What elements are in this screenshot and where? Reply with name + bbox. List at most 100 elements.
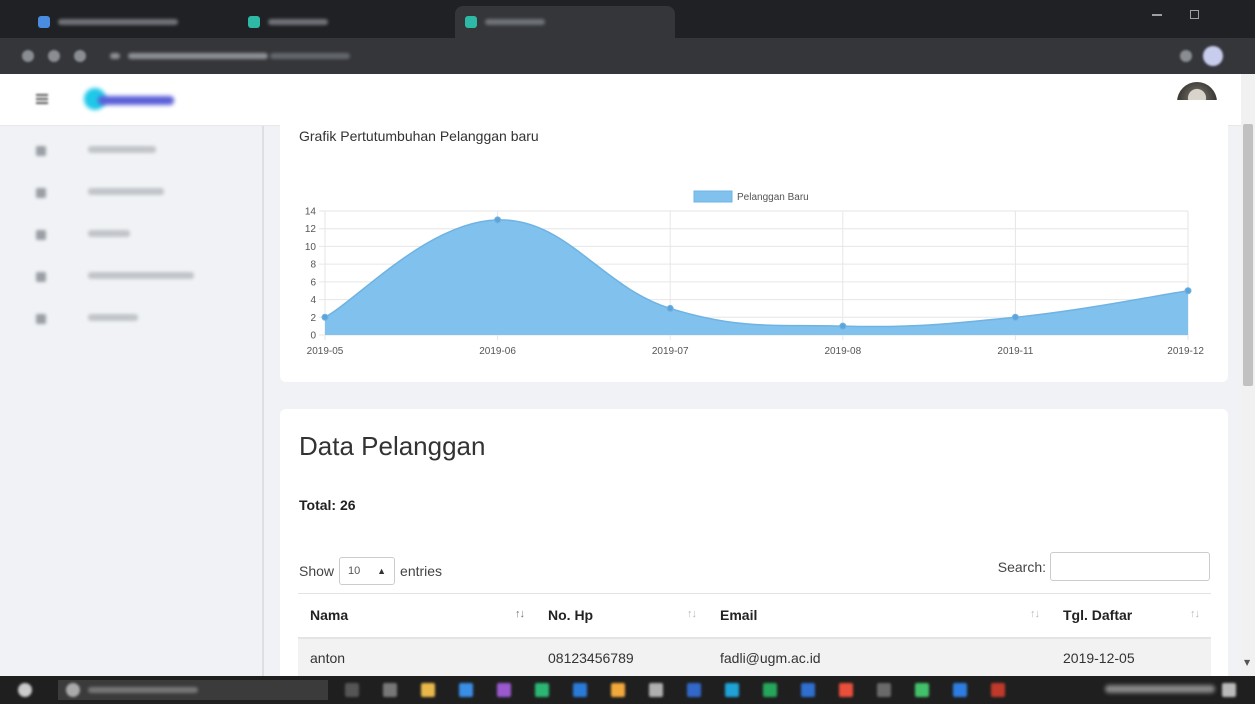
y-tick-label: 8 [310, 260, 316, 271]
sidebar-item[interactable] [36, 224, 236, 244]
taskbar-app-icon[interactable] [763, 683, 777, 697]
entries-label: entries [400, 563, 443, 579]
browser-tab-bar [0, 0, 1255, 38]
x-tick-label: 2019-06 [479, 346, 516, 357]
menu-item-icon [36, 230, 46, 240]
tab-favicon-icon [465, 16, 477, 28]
y-tick-label: 0 [310, 331, 316, 342]
taskbar-app-icon[interactable] [801, 683, 815, 697]
column-header-tgl-daftar[interactable]: Tgl. Daftar ↑↓ [1051, 593, 1211, 639]
cell-email: fadli@ugm.ac.id [708, 637, 1051, 678]
y-tick-label: 12 [305, 224, 317, 235]
column-header-no-hp[interactable]: No. Hp ↑↓ [536, 593, 708, 639]
search-control: Search: [998, 552, 1210, 581]
y-tick-label: 6 [310, 277, 316, 288]
y-tick-label: 4 [310, 295, 316, 306]
data-point [1184, 287, 1192, 295]
system-clock [1105, 685, 1215, 693]
x-tick-label: 2019-12 [1167, 346, 1204, 357]
scrollbar-thumb[interactable] [1243, 124, 1253, 386]
taskbar-app-icon[interactable] [953, 683, 967, 697]
legend-swatch [693, 190, 733, 203]
page-title: Data Pelanggan [299, 431, 486, 461]
taskbar-app-icon[interactable] [383, 683, 397, 697]
sidebar-item[interactable] [36, 182, 236, 202]
taskbar-app-icon[interactable] [725, 683, 739, 697]
taskbar-app-icon[interactable] [573, 683, 587, 697]
browser-profile-icon[interactable] [1203, 46, 1223, 66]
taskbar-app-icon[interactable] [611, 683, 625, 697]
data-point [666, 304, 674, 312]
x-tick-label: 2019-05 [307, 346, 344, 357]
notification-icon[interactable] [1222, 683, 1236, 697]
task-view-icon[interactable] [345, 683, 359, 697]
start-icon[interactable] [18, 683, 32, 697]
forward-icon[interactable] [48, 50, 60, 62]
column-header-nama[interactable]: Nama ↑↓ [298, 593, 536, 639]
data-point [321, 313, 329, 321]
extension-icon[interactable] [1180, 50, 1192, 62]
column-header-email[interactable]: Email ↑↓ [708, 593, 1051, 639]
taskbar-app-icon[interactable] [535, 683, 549, 697]
taskbar-app-icon[interactable] [877, 683, 891, 697]
entries-select[interactable]: 10 ▲︎ [339, 557, 396, 585]
data-point [494, 216, 502, 224]
entries-control: Show 10 ▲︎ entries [299, 557, 442, 585]
data-point [1011, 313, 1019, 321]
sidebar-divider [262, 126, 264, 676]
reload-icon[interactable] [74, 50, 86, 62]
sidebar-item[interactable] [36, 140, 236, 160]
taskbar-app-icon[interactable] [459, 683, 473, 697]
y-tick-label: 2 [310, 313, 316, 324]
x-tick-label: 2019-07 [652, 346, 689, 357]
taskbar-app-icon[interactable] [915, 683, 929, 697]
tab-favicon-icon [38, 16, 50, 28]
sort-icon: ↑↓ [1190, 608, 1200, 620]
browser-tab-active[interactable] [455, 6, 675, 38]
show-label: Show [299, 563, 335, 579]
users-icon [36, 272, 46, 282]
sidebar [0, 126, 262, 676]
browser-tab[interactable] [28, 6, 228, 38]
back-icon[interactable] [22, 50, 34, 62]
total-count: Total: 26 [299, 497, 356, 513]
browser-address-bar [0, 38, 1255, 74]
chart-card: Grafik Pertutumbuhan Pelanggan baru 0246… [280, 100, 1228, 382]
url-field[interactable] [110, 46, 350, 66]
search-input[interactable] [1050, 552, 1210, 581]
scroll-down-icon[interactable]: ▼ [1244, 658, 1250, 667]
sort-asc-icon: ↑↓ [515, 608, 525, 620]
table-row: anton 08123456789 fadli@ugm.ac.id 2019-1… [298, 637, 1211, 678]
hamburger-icon[interactable] [36, 94, 48, 104]
taskbar-app-icon[interactable] [649, 683, 663, 697]
y-tick-label: 10 [305, 242, 317, 253]
select-arrows-icon: ▲︎ [377, 566, 387, 576]
os-taskbar [0, 676, 1255, 704]
taskbar-app-icon[interactable] [839, 683, 853, 697]
search-label: Search: [997, 558, 1046, 575]
taskbar-app-icon[interactable] [497, 683, 511, 697]
cell-tgl-daftar: 2019-12-05 [1051, 637, 1211, 678]
sidebar-item[interactable] [36, 308, 236, 328]
file-explorer-icon[interactable] [421, 683, 435, 697]
area-chart: 0 2 4 6 8 10 12 14 2019-05 2019-06 2019-07 2019-08 2… [305, 190, 1204, 357]
maximize-icon[interactable] [1190, 10, 1199, 19]
home-icon [36, 146, 46, 156]
app-logo[interactable] [84, 88, 180, 112]
sort-icon: ↑↓ [687, 608, 697, 620]
menu-item-icon [36, 188, 46, 198]
sidebar-item[interactable] [36, 266, 236, 286]
browser-tab[interactable] [238, 6, 418, 38]
tab-favicon-icon [248, 16, 260, 28]
x-tick-label: 2019-11 [997, 346, 1033, 357]
taskbar-app-icon[interactable] [687, 683, 701, 697]
minimize-icon[interactable] [1152, 14, 1162, 16]
close-icon[interactable] [1228, 9, 1238, 19]
cell-nama: anton [298, 637, 536, 678]
entries-value: 10 [348, 565, 361, 577]
taskbar-search[interactable] [58, 680, 328, 700]
taskbar-app-icon[interactable] [991, 683, 1005, 697]
legend-label: Pelanggan Baru [737, 192, 809, 203]
data-point [839, 322, 847, 330]
search-icon [66, 683, 80, 697]
